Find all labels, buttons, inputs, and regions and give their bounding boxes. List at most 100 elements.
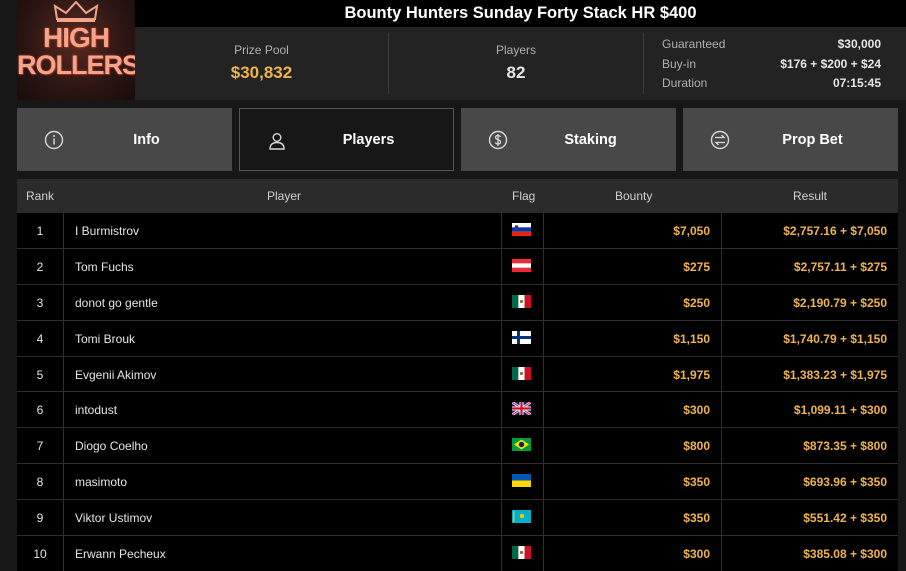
result-cell: $693.96 + $350 — [803, 475, 887, 490]
detail-row-guaranteed: Guaranteed $30,000 — [662, 36, 881, 56]
prop-bet-icon — [710, 130, 730, 150]
crown-icon — [53, 1, 99, 22]
mexico-flag-icon — [512, 366, 531, 380]
column-divider — [63, 500, 64, 536]
prize-pool-value: $30,832 — [230, 63, 293, 82]
uk-flag-icon — [512, 402, 531, 416]
players-table: Rank Player Flag Bounty Result 1 I Burmis… — [17, 179, 898, 571]
detail-key: Duration — [662, 76, 708, 90]
tab-prop-bet[interactable]: Prop Bet — [683, 108, 898, 171]
table-row[interactable]: 8 masimoto $350 $693.96 + $350 — [17, 464, 898, 501]
table-row[interactable]: 9 Viktor Ustimov $350 $551.42 + $350 — [17, 500, 898, 537]
rank-cell: 10 — [33, 547, 47, 562]
bounty-cell: $300 — [683, 403, 710, 418]
high-rollers-logo: HIGH ROLLERS — [17, 0, 135, 100]
column-divider — [543, 320, 544, 356]
result-cell: $2,190.79 + $250 — [793, 295, 887, 310]
column-divider — [63, 248, 64, 284]
mexico-flag-icon — [512, 294, 531, 308]
table-row[interactable]: 2 Tom Fuchs $275 $2,757.11 + $275 — [17, 248, 898, 285]
column-divider — [543, 284, 544, 320]
result-cell: $2,757.11 + $275 — [793, 259, 887, 274]
player-name-cell[interactable]: intodust — [75, 403, 117, 417]
detail-row-buyin: Buy-in $176 + $200 + $24 — [662, 56, 881, 76]
table-row[interactable]: 3 donot go gentle $250 $2,190.79 + $250 — [17, 284, 898, 321]
column-divider — [543, 392, 544, 428]
rank-cell: 6 — [36, 403, 44, 418]
player-name-cell[interactable]: donot go gentle — [75, 296, 158, 310]
prize-pool-label: Prize Pool — [234, 43, 289, 57]
table-row[interactable]: 1 I Burmistrov $7,050 $2,757.16 + $7,050 — [17, 213, 898, 249]
table-row[interactable]: 10 Erwann Pecheux $300 $385.08 + $300 — [17, 536, 898, 571]
table-row[interactable]: 6 intodust $300 $1,099.11 + $300 — [17, 392, 898, 429]
player-name-cell[interactable]: Viktor Ustimov — [75, 511, 152, 525]
rank-cell: 9 — [36, 511, 44, 526]
info-icon — [44, 130, 64, 150]
table-row[interactable]: 5 Evgenii Akimov $1,975 $1,383.23 + $1,975 — [17, 356, 898, 393]
tab-staking[interactable]: Staking — [461, 108, 676, 171]
kazakhstan-flag-icon — [512, 510, 531, 524]
player-name-cell[interactable]: Diogo Coelho — [75, 439, 148, 453]
column-divider — [63, 392, 64, 428]
rank-cell: 4 — [36, 331, 44, 346]
column-divider — [501, 536, 502, 571]
result-cell: $1,740.79 + $1,150 — [783, 331, 887, 346]
players-stat: Players 82 — [389, 27, 643, 100]
austria-flag-icon — [512, 258, 531, 272]
rank-cell: 7 — [36, 439, 44, 454]
column-divider — [501, 284, 502, 320]
player-name-cell[interactable]: I Burmistrov — [75, 224, 139, 238]
player-name-cell[interactable]: Tomi Brouk — [75, 332, 135, 346]
bounty-cell: $350 — [683, 511, 710, 526]
tab-info[interactable]: Info — [17, 108, 232, 171]
bounty-cell: $1,150 — [673, 331, 710, 346]
column-divider — [543, 428, 544, 464]
person-icon — [269, 133, 285, 150]
column-divider — [501, 464, 502, 500]
column-divider — [543, 536, 544, 571]
column-divider — [501, 248, 502, 284]
column-divider — [63, 428, 64, 464]
column-divider — [63, 284, 64, 320]
column-divider — [721, 536, 722, 571]
detail-value: 07:15:45 — [832, 76, 881, 90]
table-row[interactable]: 4 Tomi Brouk $1,150 $1,740.79 + $1,150 — [17, 320, 898, 357]
result-cell: $873.35 + $800 — [803, 439, 887, 454]
player-name-cell[interactable]: masimoto — [75, 475, 127, 489]
bounty-cell: $250 — [683, 295, 710, 310]
column-divider — [501, 356, 502, 392]
tab-players[interactable]: Players — [239, 108, 454, 171]
player-name-cell[interactable]: Evgenii Akimov — [75, 368, 156, 382]
player-name-cell[interactable]: Tom Fuchs — [75, 260, 134, 274]
result-cell: $551.42 + $350 — [803, 511, 887, 526]
detail-value: $30,000 — [837, 37, 881, 51]
column-divider — [721, 284, 722, 320]
tab-bar: Info Players Staking Prop Bet — [17, 108, 898, 171]
logo-text-line2: ROLLERS — [17, 50, 135, 80]
bounty-cell: $7,050 — [673, 224, 710, 238]
result-cell: $2,757.16 + $7,050 — [783, 224, 887, 238]
column-divider — [721, 500, 722, 536]
column-divider — [543, 213, 544, 248]
detail-value: $176 + $200 + $24 — [780, 56, 881, 71]
tournament-summary: Prize Pool $30,832 Players 82 Guaranteed… — [135, 27, 906, 100]
header-flag: Flag — [512, 189, 536, 203]
table-row[interactable]: 7 Diogo Coelho $800 $873.35 + $800 — [17, 428, 898, 465]
column-divider — [543, 356, 544, 392]
slovenia-flag-icon — [512, 223, 531, 236]
header-result: Result — [793, 189, 828, 203]
column-divider — [543, 464, 544, 500]
rank-cell: 1 — [36, 224, 44, 238]
bounty-cell: $800 — [683, 439, 710, 454]
tournament-title: Bounty Hunters Sunday Forty Stack HR $40… — [135, 0, 906, 27]
column-divider — [721, 464, 722, 500]
bounty-cell: $1,975 — [673, 367, 710, 382]
dollar-icon — [488, 130, 508, 150]
column-divider — [63, 464, 64, 500]
detail-row-duration: Duration 07:15:45 — [662, 75, 881, 95]
rank-cell: 8 — [36, 475, 44, 490]
player-name-cell[interactable]: Erwann Pecheux — [75, 547, 166, 561]
column-divider — [501, 428, 502, 464]
column-divider — [501, 392, 502, 428]
result-cell: $1,383.23 + $1,975 — [783, 367, 887, 382]
